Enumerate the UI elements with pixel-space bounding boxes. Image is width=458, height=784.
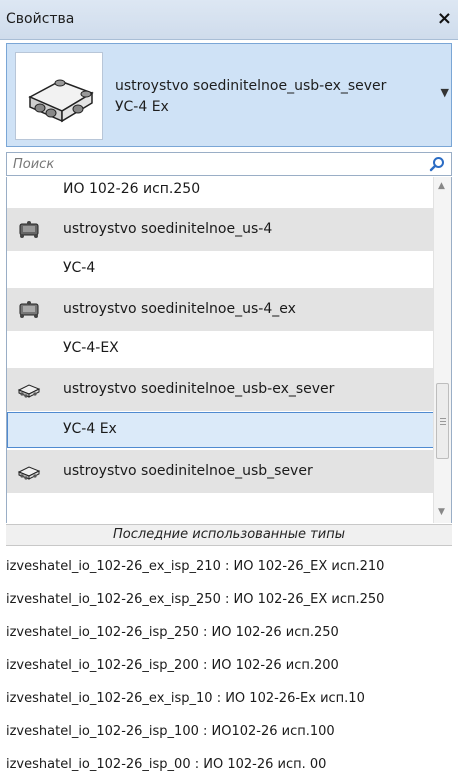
properties-panel: Свойства × ustroystvo soedinitelnoe_usb-… bbox=[0, 0, 458, 784]
recent-type-item[interactable]: izveshatel_io_102-26_ex_isp_250 : ИО 102… bbox=[0, 583, 458, 616]
dropdown-arrow-icon[interactable]: ▼ bbox=[441, 86, 449, 99]
list-item-type[interactable]: ustroystvo soedinitelnoe_usb-ex_sever bbox=[7, 367, 435, 411]
list-item[interactable]: УС-4 bbox=[7, 251, 435, 287]
search-icon[interactable] bbox=[429, 156, 445, 172]
recent-type-item[interactable]: izveshatel_io_102-26_ex_isp_210 : ИО 102… bbox=[0, 550, 458, 583]
list-item-label: ИО 102-26 исп.250 bbox=[63, 181, 201, 197]
list-item[interactable]: УС-4-EX bbox=[7, 331, 435, 367]
list-item-label: ustroystvo soedinitelnoe_us-4_ex bbox=[63, 301, 296, 317]
list-item-label: УС-4-EX bbox=[63, 340, 119, 356]
list-item-type[interactable]: ustroystvo soedinitelnoe_us-4 bbox=[7, 207, 435, 251]
recent-type-item[interactable]: izveshatel_io_102-26_isp_100 : ИО102-26 … bbox=[0, 715, 458, 748]
close-icon[interactable]: × bbox=[437, 8, 452, 29]
recent-types-list: izveshatel_io_102-26_ex_isp_210 : ИО 102… bbox=[0, 550, 458, 781]
usb-device-icon bbox=[17, 462, 41, 482]
device-preview-icon bbox=[15, 52, 103, 140]
list-scrollbar[interactable]: ▲ ▼ bbox=[433, 177, 451, 523]
search-input[interactable] bbox=[13, 155, 413, 173]
search-box bbox=[6, 152, 452, 176]
list-item-label: УС-4 bbox=[63, 260, 96, 276]
panel-title: Свойства bbox=[6, 11, 75, 27]
usbex-device-icon bbox=[17, 380, 41, 400]
list-item-type[interactable]: ustroystvo soedinitelnoe_usb_sever bbox=[7, 449, 435, 493]
panel-titlebar: Свойства × bbox=[0, 0, 458, 40]
recent-type-item[interactable]: izveshatel_io_102-26_isp_250 : ИО 102-26… bbox=[0, 616, 458, 649]
grip-icon bbox=[440, 418, 446, 425]
scrollbar-thumb[interactable] bbox=[436, 383, 449, 459]
list-item-label: ustroystvo soedinitelnoe_usb_sever bbox=[63, 463, 313, 479]
recent-type-item[interactable]: izveshatel_io_102-26_isp_00 : ИО 102-26 … bbox=[0, 748, 458, 781]
list-item-label: ustroystvo soedinitelnoe_usb-ex_sever bbox=[63, 381, 335, 397]
list-item[interactable]: ИО 102-26 исп.250 bbox=[7, 177, 435, 207]
list-item-label: УС-4 Ex bbox=[63, 421, 117, 437]
scroll-down-icon[interactable]: ▼ bbox=[438, 507, 445, 517]
scroll-up-icon[interactable]: ▲ bbox=[438, 181, 445, 191]
recent-type-item[interactable]: izveshatel_io_102-26_isp_200 : ИО 102-26… bbox=[0, 649, 458, 682]
us4ex-device-icon bbox=[17, 300, 41, 320]
recent-types-header: Последние использованные типы bbox=[6, 524, 452, 546]
list-item-type[interactable]: ustroystvo soedinitelnoe_us-4_ex bbox=[7, 287, 435, 331]
recent-type-item[interactable]: izveshatel_io_102-26_ex_isp_10 : ИО 102-… bbox=[0, 682, 458, 715]
type-family-name: ustroystvo soedinitelnoe_usb-ex_sever bbox=[115, 78, 387, 94]
list-item-label: ustroystvo soedinitelnoe_us-4 bbox=[63, 221, 273, 237]
list-item-selected[interactable]: УС-4 Ex bbox=[7, 412, 435, 448]
type-name: УС-4 Ex bbox=[115, 99, 169, 115]
us4-device-icon bbox=[17, 220, 41, 240]
type-list: ИО 102-26 исп.250 ustroystvo soediniteln… bbox=[6, 177, 452, 523]
type-selector[interactable]: ustroystvo soedinitelnoe_usb-ex_sever УС… bbox=[6, 43, 452, 147]
